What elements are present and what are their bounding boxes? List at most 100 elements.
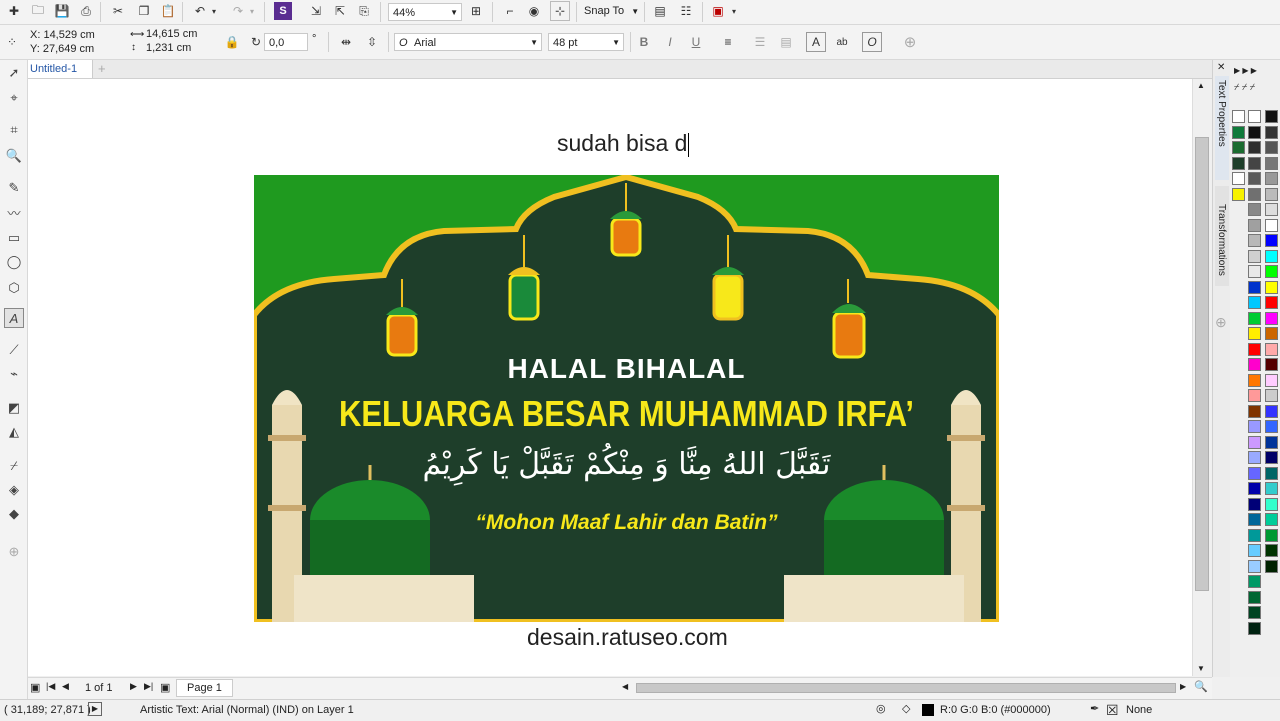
mirror-horizontal-icon[interactable]: ⇹ [336,32,356,52]
add-icon[interactable]: ⊕ [900,32,920,52]
palette-eyedropper-icons[interactable]: ⌿ ⌿ ⌿ [1234,82,1255,93]
lock-ratio-icon[interactable]: 🔒 [222,32,242,52]
import-icon[interactable]: ⇲ [306,1,326,21]
palette-swatch[interactable] [1265,559,1278,573]
palette-swatch[interactable] [1248,172,1261,185]
palette-swatch[interactable] [1265,420,1278,433]
palette-swatch[interactable] [1265,451,1278,464]
redo-dropdown-icon[interactable]: ▾ [246,1,258,21]
first-page-icon[interactable]: |◀ [46,681,55,692]
palette-swatch[interactable] [1265,172,1278,185]
palette-swatch[interactable] [1248,218,1261,232]
palette-swatch[interactable] [1265,234,1278,247]
height-field[interactable]: 1,231 cm [142,41,220,56]
launch-app-icon[interactable]: ▣ [708,1,728,21]
palette-swatch[interactable] [1248,435,1261,449]
palette-swatch[interactable] [1265,265,1278,278]
ellipse-tool-icon[interactable]: ◯ [4,252,24,272]
palette-swatch[interactable] [1265,156,1278,170]
undo-icon[interactable]: ↶ [190,1,210,21]
palette-swatch[interactable] [1265,141,1278,154]
palette-swatch[interactable] [1248,621,1261,635]
connector-tool-icon[interactable]: ⌁ [4,364,24,384]
palette-swatch[interactable] [1232,172,1245,185]
palette-swatch[interactable] [1265,389,1278,402]
bold-icon[interactable]: B [634,32,654,52]
scroll-up-icon[interactable]: ▲ [1197,81,1205,90]
palette-swatch[interactable] [1232,110,1245,123]
palette-swatch[interactable] [1248,342,1261,356]
palette-swatch[interactable] [1265,513,1278,526]
edit-text-icon[interactable]: ab [832,32,852,52]
redo-icon[interactable]: ↷ [228,1,248,21]
palette-swatch[interactable] [1265,311,1278,325]
palette-swatch[interactable] [1265,218,1278,232]
freehand-tool-icon[interactable]: ✎ [4,178,24,198]
add-docker-icon[interactable]: ⊕ [1215,314,1227,331]
palette-swatch[interactable] [1265,342,1278,356]
options-icon[interactable]: ▤ [650,1,670,21]
prev-page-icon[interactable]: ◀ [62,681,69,692]
palette-swatch[interactable] [1265,528,1278,542]
palette-swatch[interactable] [1232,156,1245,170]
palette-swatch[interactable] [1232,187,1245,201]
palette-swatch[interactable] [1265,544,1278,557]
palette-swatch[interactable] [1248,234,1261,247]
font-size-dropdown[interactable]: 48 pt ▼ [548,33,624,51]
tab-untitled-1[interactable]: Untitled-1 [28,60,93,78]
palette-swatch[interactable] [1248,125,1261,139]
palette-swatch[interactable] [1248,187,1261,201]
horizontal-scroll-thumb[interactable] [636,683,1176,693]
underline-icon[interactable]: U [686,32,706,52]
settings-icon[interactable]: ☷ [676,1,696,21]
palette-swatch[interactable] [1248,141,1261,154]
print-icon[interactable]: ⎙ [76,1,96,21]
docker-tab-text-properties[interactable]: Text Properties [1215,76,1229,180]
palette-swatch[interactable] [1265,358,1278,371]
palette-swatch[interactable] [1248,497,1261,511]
palette-arrows[interactable]: ▶ ▶ ▶ [1234,66,1257,75]
page-tab[interactable]: Page 1 [176,679,233,697]
parallel-dimension-icon[interactable]: ⟋ [4,340,24,360]
save-icon[interactable]: 💾 [52,1,72,21]
text-align-icon[interactable]: ≡ [718,32,738,52]
y-position-field[interactable]: Y: 27,649 cm [26,42,116,56]
publish-pdf-icon[interactable]: ⎘ [354,1,374,21]
drop-cap-icon[interactable]: ▤ [776,32,796,52]
paste-icon[interactable]: 📋 [158,1,178,21]
eyedropper-icon[interactable]: ⌿ [4,456,24,476]
banner-artwork[interactable]: HALAL BIHALAL KELUARGA BESAR MUHAMMAD IR… [254,175,999,622]
rotation-field[interactable]: 0,0 [264,33,308,51]
view-icon[interactable]: ◉ [524,1,544,21]
last-page-icon[interactable]: ▶| [144,681,153,692]
palette-swatch[interactable] [1248,203,1261,216]
typed-artistic-text[interactable]: sudah bisa d [557,129,690,157]
page-options-icon[interactable]: ▣ [30,681,40,694]
palette-swatch[interactable] [1248,575,1261,588]
palette-swatch[interactable] [1248,590,1261,604]
palette-swatch[interactable] [1265,497,1278,511]
scroll-down-icon[interactable]: ▼ [1197,664,1205,673]
copy-icon[interactable]: ❐ [134,1,154,21]
smart-fill-icon[interactable]: ◆ [4,504,24,524]
palette-swatch[interactable] [1265,187,1278,201]
palette-swatch[interactable] [1248,296,1261,309]
palette-swatch[interactable] [1248,451,1261,464]
interactive-fill-icon[interactable]: ◈ [4,480,24,500]
palette-swatch[interactable] [1265,249,1278,263]
palette-swatch[interactable] [1248,528,1261,542]
palette-swatch[interactable] [1232,141,1245,154]
opentype-icon[interactable]: O [862,32,882,52]
palette-swatch[interactable] [1248,420,1261,433]
palette-swatch[interactable] [1248,559,1261,573]
palette-swatch[interactable] [1232,125,1245,139]
play-icon[interactable]: ▶ [88,702,102,716]
zoom-level-dropdown[interactable]: 44% ▼ [388,3,462,21]
new-document-icon[interactable]: ✚ [4,1,24,21]
new-tab-icon[interactable]: + [98,61,106,76]
palette-swatch[interactable] [1248,373,1261,387]
transparency-tool-icon[interactable]: ◭ [4,422,24,442]
close-docker-icon[interactable]: ✕ [1217,62,1225,73]
pick-tool-icon[interactable]: ➚ [4,63,24,83]
palette-swatch[interactable] [1248,110,1261,123]
